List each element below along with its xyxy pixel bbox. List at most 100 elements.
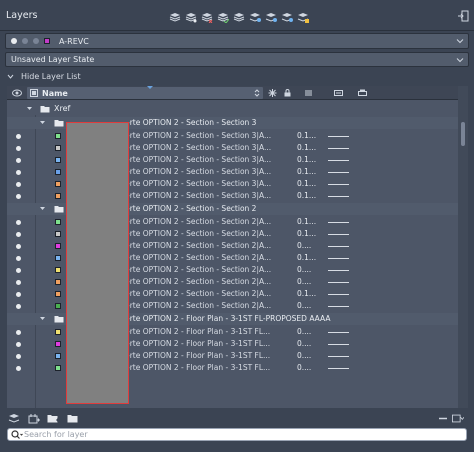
delete-layer-icon[interactable] <box>200 11 213 24</box>
linetype-preview[interactable] <box>328 258 349 259</box>
layer-color-swatch[interactable] <box>55 181 61 187</box>
linetype-preview[interactable] <box>328 196 349 197</box>
layer-match-icon[interactable] <box>280 11 293 24</box>
visibility-toggle[interactable] <box>16 232 21 237</box>
visibility-toggle[interactable] <box>16 134 21 139</box>
layer-color-swatch[interactable] <box>55 303 61 309</box>
layer-color-swatch[interactable] <box>55 255 61 261</box>
layer-filter-icon[interactable] <box>8 413 20 424</box>
chevron-down-icon[interactable] <box>40 206 45 211</box>
new-group-filter-icon[interactable] <box>47 413 59 424</box>
linetype-preview[interactable] <box>328 368 349 369</box>
visibility-toggle[interactable] <box>16 366 21 371</box>
linetype-preview[interactable] <box>328 160 349 161</box>
linetype-preview[interactable] <box>328 344 349 345</box>
layer-color-swatch[interactable] <box>55 193 61 199</box>
name-column-header[interactable]: Name <box>27 87 263 99</box>
layer-state-dropdown[interactable]: Unsaved Layer State <box>5 52 469 67</box>
dock-panel-icon[interactable] <box>457 10 469 22</box>
layer-color-swatch[interactable] <box>55 219 61 225</box>
visibility-toggle[interactable] <box>16 170 21 175</box>
layer-lineweight[interactable]: 0.1... <box>297 167 316 176</box>
layer-lineweight[interactable]: 0.... <box>297 301 311 310</box>
visibility-toggle[interactable] <box>16 268 21 273</box>
layer-color-swatch[interactable] <box>55 341 61 347</box>
layer-unisolate-icon[interactable] <box>248 11 261 24</box>
plot-column-icon[interactable] <box>358 89 367 97</box>
chevron-down-icon[interactable] <box>40 316 45 321</box>
visibility-toggle[interactable] <box>16 146 21 151</box>
layer-color-swatch[interactable] <box>55 133 61 139</box>
hide-layer-list-toggle[interactable]: Hide Layer List <box>7 72 81 81</box>
linetype-preview[interactable] <box>328 172 349 173</box>
menu-icon[interactable] <box>437 413 449 424</box>
layer-walk-icon[interactable] <box>264 11 277 24</box>
new-layer-icon[interactable] <box>168 11 181 24</box>
settings-dropdown-icon[interactable] <box>452 413 464 424</box>
layer-lineweight[interactable]: 0.1... <box>297 229 316 238</box>
layer-lock-icon[interactable] <box>296 11 309 24</box>
linetype-preview[interactable] <box>328 306 349 307</box>
linetype-column-icon[interactable] <box>334 89 343 97</box>
layer-color-swatch[interactable] <box>55 291 61 297</box>
visibility-toggle[interactable] <box>16 292 21 297</box>
linetype-preview[interactable] <box>328 270 349 271</box>
layer-color-swatch[interactable] <box>55 329 61 335</box>
layer-lineweight[interactable]: 0.... <box>297 351 311 360</box>
layer-isolate-icon[interactable] <box>232 11 245 24</box>
linetype-preview[interactable] <box>328 294 349 295</box>
eye-icon[interactable] <box>12 89 22 97</box>
layer-color-swatch[interactable] <box>55 365 61 371</box>
linetype-preview[interactable] <box>328 332 349 333</box>
new-layer-vp-frozen-icon[interactable] <box>184 11 197 24</box>
layer-color-swatch[interactable] <box>55 353 61 359</box>
linetype-preview[interactable] <box>328 234 349 235</box>
layer-color-swatch[interactable] <box>55 145 61 151</box>
visibility-toggle[interactable] <box>16 304 21 309</box>
color-column-icon[interactable] <box>304 89 313 97</box>
layer-color-swatch[interactable] <box>55 267 61 273</box>
set-current-icon[interactable] <box>216 11 229 24</box>
layer-color-swatch[interactable] <box>55 231 61 237</box>
visibility-toggle[interactable] <box>16 330 21 335</box>
layer-lineweight[interactable]: 0.... <box>297 265 311 274</box>
layer-lineweight[interactable]: 0.1... <box>297 179 316 188</box>
layer-color-swatch[interactable] <box>55 157 61 163</box>
search-box[interactable] <box>7 428 467 441</box>
layer-color-swatch[interactable] <box>55 169 61 175</box>
search-input[interactable] <box>24 429 454 440</box>
layer-lineweight[interactable]: 0.... <box>297 277 311 286</box>
visibility-toggle[interactable] <box>16 220 21 225</box>
layer-lineweight[interactable]: 0.1... <box>297 191 316 200</box>
scrollbar-thumb[interactable] <box>461 122 465 146</box>
visibility-toggle[interactable] <box>16 244 21 249</box>
layer-lineweight[interactable]: 0.1... <box>297 253 316 262</box>
layer-color-swatch[interactable] <box>55 279 61 285</box>
layer-lineweight[interactable]: 0.... <box>297 241 311 250</box>
visibility-toggle[interactable] <box>16 342 21 347</box>
linetype-preview[interactable] <box>328 148 349 149</box>
linetype-preview[interactable] <box>328 184 349 185</box>
visibility-toggle[interactable] <box>16 354 21 359</box>
visibility-toggle[interactable] <box>16 280 21 285</box>
freeze-column-icon[interactable] <box>268 89 277 97</box>
chevron-down-icon[interactable] <box>27 106 32 111</box>
visibility-toggle[interactable] <box>16 158 21 163</box>
new-property-filter-icon[interactable] <box>28 413 40 424</box>
layer-lineweight[interactable]: 0.1... <box>297 217 316 226</box>
visibility-toggle[interactable] <box>16 182 21 187</box>
lock-column-icon[interactable] <box>283 89 292 97</box>
layer-color-swatch[interactable] <box>55 243 61 249</box>
chevron-down-icon[interactable] <box>40 120 45 125</box>
layer-lineweight[interactable]: 0.1... <box>297 155 316 164</box>
linetype-preview[interactable] <box>328 136 349 137</box>
linetype-preview[interactable] <box>328 222 349 223</box>
layer-lineweight[interactable]: 0.1... <box>297 289 316 298</box>
folder-icon[interactable] <box>67 413 79 424</box>
visibility-toggle[interactable] <box>16 194 21 199</box>
layer-lineweight[interactable]: 0.... <box>297 327 311 336</box>
layer-lineweight[interactable]: 0.... <box>297 339 311 348</box>
linetype-preview[interactable] <box>328 356 349 357</box>
layer-lineweight[interactable]: 0.... <box>297 363 311 372</box>
visibility-toggle[interactable] <box>16 256 21 261</box>
